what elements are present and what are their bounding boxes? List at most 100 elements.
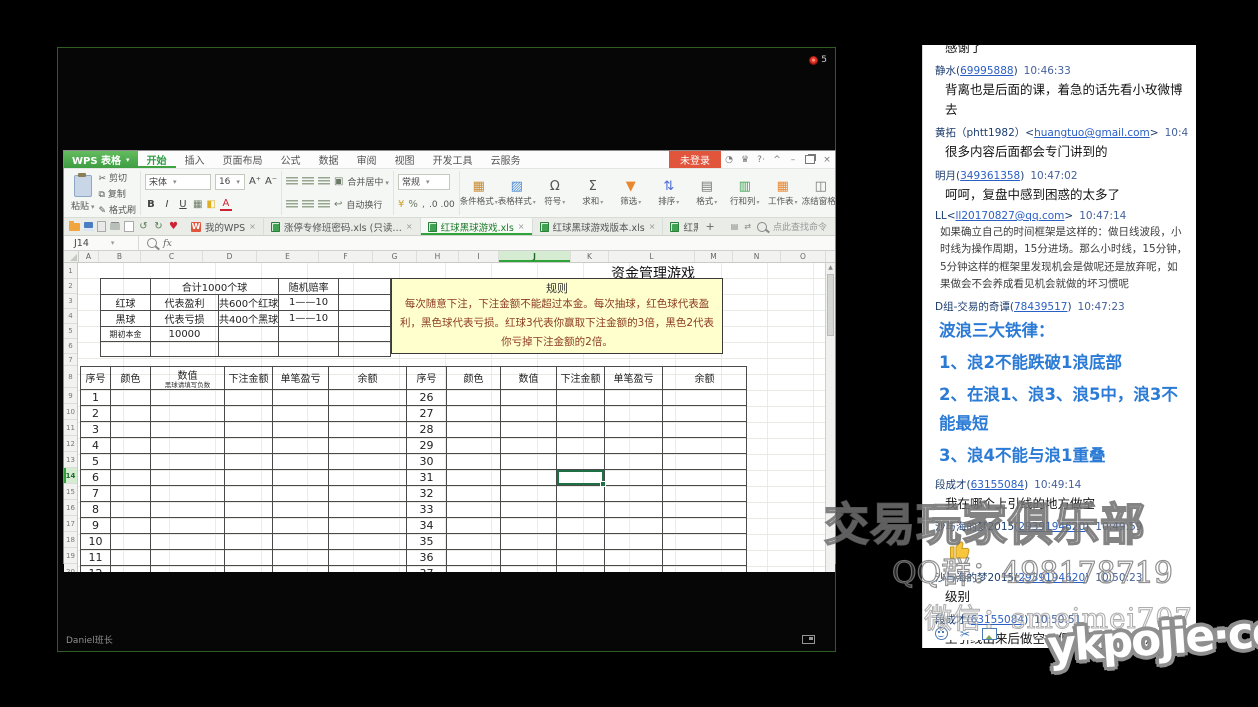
screenshot-icon[interactable]: ✂ (960, 628, 970, 640)
cell[interactable] (101, 342, 151, 357)
freeze-button[interactable]: ◫冻结窗格 (802, 171, 835, 215)
cell[interactable] (225, 565, 273, 572)
minimize-icon[interactable]: – (785, 155, 801, 165)
row-header-2[interactable]: 2 (64, 279, 77, 294)
row-header-4[interactable]: 4 (64, 309, 77, 324)
tab-close-icon[interactable]: × (518, 222, 525, 231)
cell[interactable] (557, 469, 605, 485)
chat-user-link[interactable]: huangtuo@gmail.com (1034, 127, 1150, 139)
cell[interactable]: 7 (81, 485, 111, 501)
redo-icon[interactable]: ↻ (153, 221, 164, 232)
cell[interactable] (663, 405, 747, 421)
cell[interactable] (329, 501, 407, 517)
cell[interactable] (663, 485, 747, 501)
menu-item-3[interactable]: 公式 (272, 151, 310, 168)
tab-list-icon[interactable]: ▤ (731, 222, 739, 231)
cell[interactable] (447, 389, 501, 405)
login-button[interactable]: 未登录 (669, 151, 721, 168)
cell[interactable] (663, 501, 747, 517)
font-color-icon[interactable]: A (220, 198, 232, 211)
document-tab-0[interactable]: W我的WPS× (184, 218, 264, 235)
cell[interactable]: 26 (407, 389, 447, 405)
cell[interactable] (501, 517, 557, 533)
cell[interactable] (273, 565, 329, 572)
cell[interactable] (111, 437, 151, 453)
cell[interactable] (329, 469, 407, 485)
cell[interactable] (605, 549, 663, 565)
cell[interactable] (151, 453, 225, 469)
cell[interactable] (501, 421, 557, 437)
row-header-10[interactable]: 10 (64, 404, 77, 420)
row-header-9[interactable]: 9 (64, 388, 77, 404)
borders-icon[interactable]: ▦ (193, 199, 202, 210)
sum-button[interactable]: Σ求和 (574, 171, 612, 215)
cell[interactable] (151, 501, 225, 517)
print-icon[interactable] (110, 223, 120, 230)
cell[interactable] (447, 533, 501, 549)
cell[interactable] (605, 453, 663, 469)
chat-user-link[interactable]: 63155084 (971, 614, 1024, 626)
cell[interactable] (279, 327, 339, 342)
help-icon[interactable]: ?· (753, 155, 769, 165)
header-cell[interactable]: 下注金额 (225, 367, 273, 390)
cell[interactable] (663, 421, 747, 437)
number-format-select[interactable]: 常规 (398, 174, 450, 190)
underline-button[interactable]: U (177, 199, 189, 210)
row-header-5[interactable]: 5 (64, 324, 77, 339)
column-header-E[interactable]: E (257, 251, 319, 262)
row-header-19[interactable]: 19 (64, 548, 77, 564)
filter-button[interactable]: ▼筛选 (612, 171, 650, 215)
decimal-icons[interactable]: .0 .00 (429, 200, 455, 210)
row-header-15[interactable]: 15 (64, 484, 77, 500)
bold-button[interactable]: B (145, 199, 157, 210)
cell[interactable] (111, 533, 151, 549)
cell[interactable] (501, 453, 557, 469)
cell[interactable] (605, 437, 663, 453)
search-command-icon[interactable] (757, 222, 767, 232)
cell[interactable]: 4 (81, 437, 111, 453)
cell[interactable] (557, 389, 605, 405)
cell[interactable] (151, 342, 219, 357)
cell[interactable] (151, 549, 225, 565)
red-ball-meaning[interactable]: 代表盈利 (151, 295, 219, 311)
table-style-button[interactable]: ▨表格样式 (498, 171, 536, 215)
search-command-hint[interactable]: 点此查找命令 (773, 220, 827, 233)
cell[interactable] (273, 421, 329, 437)
font-name-select[interactable]: 宋体 (145, 174, 211, 190)
document-tab-3[interactable]: 红球黑球游戏版本.xls× (533, 218, 664, 235)
align-top-icon[interactable] (286, 177, 298, 186)
column-header-H[interactable]: H (417, 251, 459, 262)
capital-value[interactable]: 10000 (151, 327, 219, 342)
cell[interactable] (557, 533, 605, 549)
header-cell[interactable]: 余额 (663, 367, 747, 390)
capital-label[interactable]: 期初本金 (101, 327, 151, 342)
cell[interactable] (447, 549, 501, 565)
cell[interactable] (273, 405, 329, 421)
cell[interactable] (225, 501, 273, 517)
wps-home-icon[interactable]: ♥ (168, 221, 179, 232)
cell[interactable]: 9 (81, 517, 111, 533)
cell[interactable] (273, 453, 329, 469)
cell[interactable] (273, 389, 329, 405)
comma-icon[interactable]: , (422, 199, 425, 210)
cell[interactable]: 36 (407, 549, 447, 565)
column-header-L[interactable]: L (609, 251, 695, 262)
chat-user-link[interactable]: 63155084 (971, 479, 1024, 491)
chat-user-link[interactable]: 2939194620 (1018, 521, 1085, 533)
black-ball-meaning[interactable]: 代表亏损 (151, 311, 219, 327)
cell[interactable]: 6 (81, 469, 111, 485)
cell[interactable]: 11 (81, 549, 111, 565)
cell[interactable]: 3 (81, 421, 111, 437)
cell[interactable] (501, 485, 557, 501)
chat-user-link[interactable]: 69995888 (960, 65, 1013, 77)
menu-item-2[interactable]: 页面布局 (214, 151, 272, 168)
cell[interactable] (111, 549, 151, 565)
align-middle-icon[interactable] (302, 177, 314, 186)
tab-close-icon[interactable]: × (649, 222, 656, 231)
row-header-18[interactable]: 18 (64, 532, 77, 548)
menu-item-8[interactable]: 云服务 (482, 151, 530, 168)
cell[interactable]: 8 (81, 501, 111, 517)
header-cell[interactable]: 数值 (501, 367, 557, 390)
cell[interactable]: 31 (407, 469, 447, 485)
chat-user-link[interactable]: 349361358 (960, 170, 1020, 182)
